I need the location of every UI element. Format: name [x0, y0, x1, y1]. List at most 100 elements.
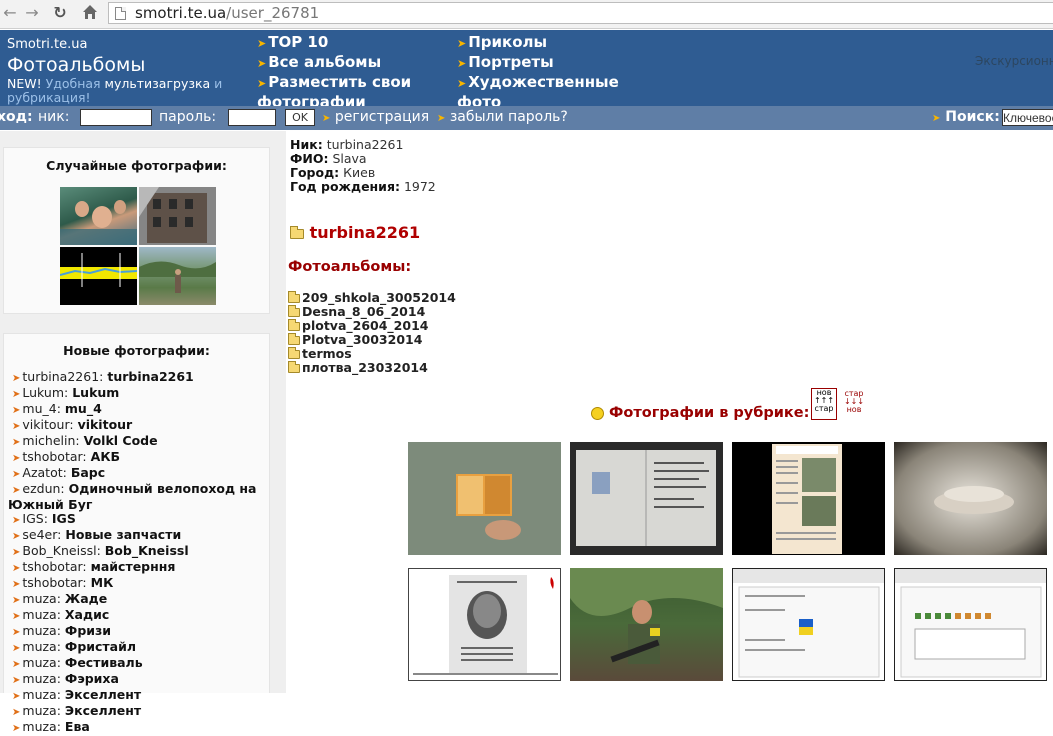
random-photo[interactable] — [60, 247, 137, 305]
new-photos-title: Новые фотографии: — [63, 343, 210, 358]
reload-icon[interactable]: ↻ — [50, 3, 70, 23]
register-link[interactable]: ➤ регистрация — [322, 109, 429, 125]
new-photo-user: IGS: — [22, 511, 48, 526]
nick-input[interactable] — [80, 109, 152, 126]
profile-city-row: Город: Киев — [290, 166, 436, 180]
menu-item-artistic[interactable]: ➤ Художественные — [457, 73, 619, 93]
password-input[interactable] — [228, 109, 276, 126]
arrow-bullet-icon: ➤ — [457, 37, 467, 50]
arrow-bullet-icon: ➤ — [257, 37, 267, 50]
new-photo-item[interactable]: ➤ IGS: IGS — [12, 512, 264, 528]
photo-thumbnail[interactable] — [894, 442, 1047, 555]
new-photo-title: Новые запчасти — [65, 527, 182, 542]
new-photo-item[interactable]: ➤ muza: Фестиваль — [12, 656, 264, 672]
new-photo-item[interactable]: ➤ muza: Фристайл — [12, 640, 264, 656]
new-photo-title: Ева — [64, 719, 90, 734]
value: Киев — [343, 165, 376, 180]
album-name: termos — [302, 346, 352, 361]
new-photo-item[interactable]: ➤ tshobotar: АКБ — [12, 450, 264, 466]
album-list: 209_shkola_30052014 Desna_8_06_2014 plotva… — [288, 291, 456, 375]
menu-item-top10[interactable]: ➤ TOP 10 — [257, 33, 411, 53]
photo-thumbnail[interactable] — [894, 568, 1047, 681]
browser-toolbar: ← → ↻ smotri.te.ua/user_26781 — [0, 0, 1053, 29]
forward-icon[interactable]: → — [22, 3, 42, 23]
new-photo-user: vikitour: — [22, 417, 74, 432]
forgot-link[interactable]: ➤ забыли пароль? — [437, 109, 568, 125]
profile-birth-row: Год рождения: 1972 — [290, 180, 436, 194]
new-photo-item[interactable]: ➤ muza: Хадис — [12, 608, 264, 624]
login-label: ход: — [0, 109, 33, 125]
new-photo-item[interactable]: ➤ tshobotar: МК — [12, 576, 264, 592]
arrow-bullet-icon: ➤ — [437, 113, 446, 124]
album-link[interactable]: плотва_23032014 — [288, 361, 456, 375]
photo-thumbnail[interactable] — [732, 568, 885, 681]
new-photo-item[interactable]: ➤ se4er: Новые запчасти — [12, 528, 264, 544]
new-photo-item-cont[interactable]: Южный Буг — [8, 498, 264, 512]
new-photo-item[interactable]: ➤ michelin: Volkl Code — [12, 434, 264, 450]
new-photo-item[interactable]: ➤ muza: Фризи — [12, 624, 264, 640]
new-photo-item[interactable]: ➤ vikitour: vikitour — [12, 418, 264, 434]
new-photo-title: Bob_Kneissl — [104, 543, 189, 558]
new-photo-item[interactable]: ➤ muza: Ева — [12, 720, 264, 736]
new-photo-title: vikitour — [77, 417, 133, 432]
sort-old-first-button[interactable]: стар ↓↓↓ нов — [843, 390, 865, 420]
random-photo[interactable] — [60, 187, 137, 245]
new-photo-user: michelin: — [22, 433, 80, 448]
new-photo-item[interactable]: ➤ turbina2261: turbina2261 — [12, 370, 264, 386]
new-photo-item[interactable]: ➤ mu_4: mu_4 — [12, 402, 264, 418]
random-photo[interactable] — [139, 187, 216, 245]
menu-item-portraits[interactable]: ➤ Портреты — [457, 53, 619, 73]
photo-thumbnail[interactable] — [408, 568, 561, 681]
new-photo-item[interactable]: ➤ muza: Жаде — [12, 592, 264, 608]
menu-item-upload[interactable]: ➤ Разместить свои — [257, 73, 411, 93]
arrow-bullet-icon: ➤ — [457, 57, 467, 70]
random-photos-box: Случайные фотографии: — [3, 147, 270, 314]
arrow-bullet-icon: ➤ — [12, 595, 21, 606]
address-bar[interactable]: smotri.te.ua/user_26781 — [108, 2, 1053, 24]
photo-thumbnail[interactable] — [732, 442, 885, 555]
menu-item-all-albums[interactable]: ➤ Все альбомы — [257, 53, 411, 73]
new-photo-item[interactable]: ➤ muza: Экселлент — [12, 688, 264, 704]
arrow-bullet-icon: ➤ — [12, 707, 21, 718]
site-header: Smotri.te.ua Фотоальбомы NEW! Удобная му… — [0, 30, 1053, 111]
sort-new-first-button[interactable]: нов ↑↑↑ стар — [811, 388, 837, 420]
new-photo-item[interactable]: ➤ Bob_Kneissl: Bob_Kneissl — [12, 544, 264, 560]
new-photo-item[interactable]: ➤ Lukum: Lukum — [12, 386, 264, 402]
back-icon[interactable]: ← — [0, 3, 20, 23]
new-photo-title: Фристайл — [64, 639, 137, 654]
user-album-link[interactable]: turbina2261 — [290, 223, 420, 242]
arrow-bullet-icon: ➤ — [12, 627, 21, 638]
search-input[interactable] — [1002, 109, 1053, 126]
promo-a: Удобная — [41, 76, 105, 91]
new-photo-user: tshobotar: — [22, 559, 87, 574]
random-photo[interactable] — [139, 247, 216, 305]
photo-thumbnail[interactable] — [570, 442, 723, 555]
new-photo-title: Volkl Code — [83, 433, 158, 448]
excursion-link[interactable]: Экскурсионн — [975, 54, 1053, 68]
menu-col1: ➤ TOP 10 ➤ Все альбомы ➤ Разместить свои фо… — [257, 33, 411, 111]
arrow-bullet-icon: ➤ — [12, 389, 21, 400]
album-link[interactable]: 209_shkola_30052014 — [288, 291, 456, 305]
new-photo-item[interactable]: ➤ tshobotar: майстерння — [12, 560, 264, 576]
home-icon[interactable] — [80, 3, 100, 23]
photo-thumbnail[interactable] — [408, 442, 561, 555]
ok-button[interactable]: OK — [285, 109, 315, 126]
new-photo-item[interactable]: ➤ muza: Экселлент — [12, 704, 264, 720]
menu-item-jokes[interactable]: ➤ Приколы — [457, 33, 619, 53]
album-link[interactable]: termos — [288, 347, 456, 361]
new-photo-item[interactable]: ➤ ezdun: Одиночный велопоход на — [12, 482, 264, 498]
photo-thumbnail[interactable] — [570, 568, 723, 681]
rubric-heading: Фотографии в рубрике: — [591, 405, 809, 421]
albums-heading: Фотоальбомы: — [288, 259, 412, 275]
new-photo-item[interactable]: ➤ muza: Фэриха — [12, 672, 264, 688]
promo-text[interactable]: NEW! Удобная мультизагрузка и рубрикация… — [7, 77, 252, 105]
new-photo-item[interactable]: ➤ Azatot: Барс — [12, 466, 264, 482]
album-link[interactable]: Desna_8_06_2014 — [288, 305, 456, 319]
arrow-bullet-icon: ➤ — [457, 77, 467, 90]
album-link[interactable]: plotva_2604_2014 — [288, 319, 456, 333]
arrow-bullet-icon: ➤ — [12, 723, 21, 734]
albums-title[interactable]: Фотоальбомы — [7, 54, 145, 76]
album-link[interactable]: Plotva_30032014 — [288, 333, 456, 347]
site-name[interactable]: Smotri.te.ua — [7, 37, 88, 52]
new-photo-user: muza: — [22, 607, 61, 622]
